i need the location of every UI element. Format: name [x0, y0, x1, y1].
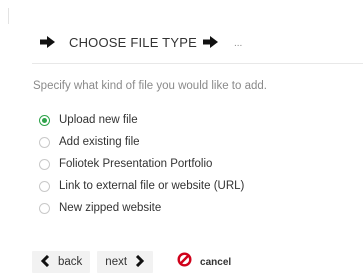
- arrow-right-icon: [40, 36, 55, 48]
- option-label: Upload new file: [59, 114, 138, 126]
- header-divider: [32, 63, 363, 64]
- option-label: Add existing file: [59, 136, 140, 148]
- wizard-navigation: back next cancel: [32, 250, 231, 274]
- option-add-existing-file[interactable]: Add existing file: [39, 133, 244, 151]
- option-label: Foliotek Presentation Portfolio: [59, 158, 213, 170]
- option-new-zipped-website[interactable]: New zipped website: [39, 199, 244, 217]
- no-entry-icon: [177, 252, 192, 272]
- option-label: Link to external file or website (URL): [59, 180, 245, 192]
- left-divider: [8, 8, 9, 24]
- radio-button[interactable]: [39, 114, 50, 126]
- option-label: New zipped website: [59, 202, 162, 214]
- cancel-label: cancel: [200, 256, 232, 268]
- next-button[interactable]: next: [97, 251, 154, 273]
- back-label: back: [58, 256, 83, 268]
- option-upload-new-file[interactable]: Upload new file: [39, 111, 244, 129]
- cancel-button[interactable]: cancel: [177, 252, 231, 272]
- arrow-right-icon: [202, 36, 218, 48]
- chevron-right-icon: [135, 254, 145, 270]
- file-type-options: Upload new file Add existing file Foliot…: [39, 111, 244, 221]
- option-presentation-portfolio[interactable]: Foliotek Presentation Portfolio: [39, 155, 244, 173]
- radio-button[interactable]: [39, 202, 50, 214]
- step-title: CHOOSE FILE TYPE: [69, 34, 197, 50]
- next-label: next: [105, 256, 128, 268]
- chevron-left-icon: [40, 254, 50, 270]
- radio-button[interactable]: [39, 136, 50, 148]
- back-button[interactable]: back: [32, 251, 91, 273]
- step-header: CHOOSE FILE TYPE ...: [40, 32, 242, 52]
- option-link-external-url[interactable]: Link to external file or website (URL): [39, 177, 244, 195]
- next-step-ellipsis: ...: [233, 37, 243, 49]
- instructions-text: Specify what kind of file you would like…: [33, 80, 267, 92]
- radio-button[interactable]: [39, 158, 50, 170]
- radio-button[interactable]: [39, 180, 50, 192]
